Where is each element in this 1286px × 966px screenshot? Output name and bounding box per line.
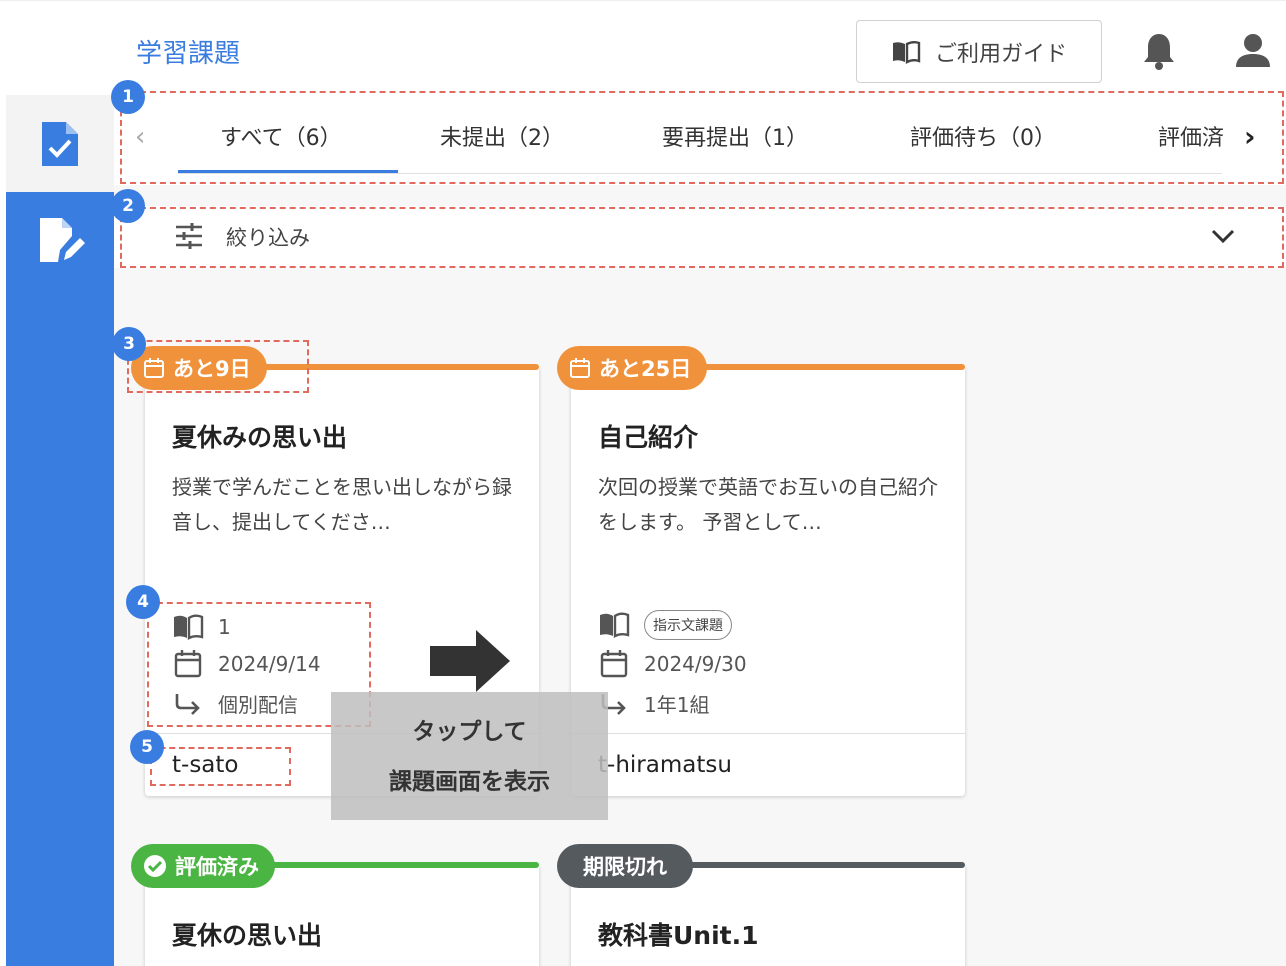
badge-label: 評価済み (175, 855, 259, 879)
edit-document-icon[interactable] (38, 216, 86, 266)
card-title: 夏休の思い出 (172, 921, 323, 950)
book-icon (600, 612, 630, 638)
annotation-box-badge (127, 340, 309, 393)
guide-button[interactable]: ご利用ガイド (856, 20, 1102, 83)
status-badge: 期限切れ (557, 844, 693, 888)
badge-label: 期限切れ (583, 855, 667, 879)
badge-label: あと25日 (599, 357, 692, 381)
meta-delivery-value: 1年1組 (644, 692, 710, 717)
annotation-number: 5 (130, 730, 164, 764)
annotation-number: 3 (112, 327, 146, 361)
card-description: 授業で学んだことを思い出しながら録音し、提出してくださ… (172, 475, 512, 534)
card-author: t-hiramatsu (598, 752, 732, 778)
status-badge: 評価済み (131, 844, 275, 888)
bell-icon[interactable] (1140, 31, 1178, 71)
deadline-badge: あと25日 (557, 346, 708, 390)
meta-delivery: 1年1組 (598, 688, 709, 718)
annotation-box-filter (120, 207, 1284, 268)
page-title: 学習課題 (136, 39, 241, 69)
tooltip-line2: 課題画面を表示 (389, 769, 550, 795)
tooltip-line1: タップして (412, 719, 527, 745)
card-title: 自己紹介 (598, 423, 699, 452)
sidebar (6, 192, 114, 966)
assignment-check-icon[interactable] (40, 120, 80, 168)
annotation-number: 1 (111, 80, 145, 114)
meta-date: 2024/9/30 (598, 649, 747, 679)
header: 学習課題 ご利用ガイド (0, 0, 1286, 95)
annotation-box-tabs (120, 91, 1284, 184)
user-icon[interactable] (1234, 33, 1272, 69)
book-icon (892, 40, 921, 64)
card-title: 教科書Unit.1 (598, 921, 759, 950)
meta-textbook: 指示文課題 (598, 610, 732, 640)
annotation-box-author (150, 747, 291, 786)
tap-hint-tooltip: タップして 課題画面を表示 (331, 692, 608, 820)
right-arrow-icon (430, 630, 510, 692)
calendar-icon (600, 650, 628, 678)
annotation-number: 4 (126, 585, 160, 619)
check-circle-icon (144, 855, 166, 877)
card-description: 次回の授業で英語でお互いの自己紹介をします。 予習として… (598, 475, 938, 534)
guide-button-label: ご利用ガイド (934, 41, 1067, 67)
card-title: 夏休みの思い出 (172, 423, 348, 452)
card-divider (571, 733, 965, 734)
app-root: 学習課題 ご利用ガイド ‹ すべて（6） 未提出（2） 要再提出（1） 評価待ち… (0, 0, 1286, 966)
instruction-tag: 指示文課題 (644, 610, 732, 640)
annotation-number: 2 (111, 189, 145, 223)
calendar-icon (570, 358, 590, 378)
meta-date-value: 2024/9/30 (644, 652, 747, 676)
